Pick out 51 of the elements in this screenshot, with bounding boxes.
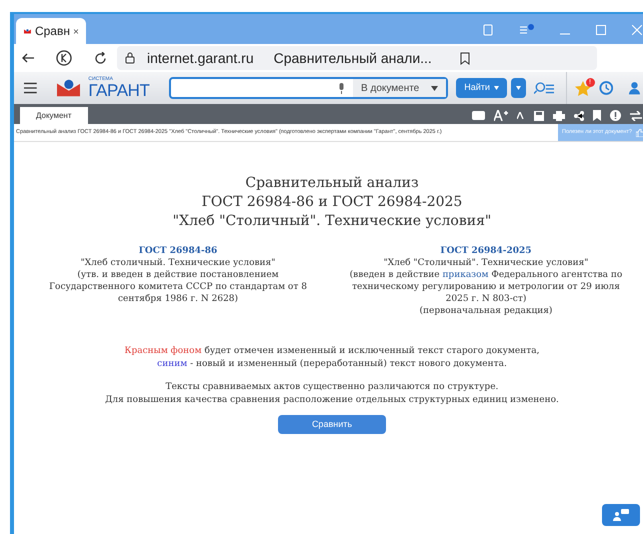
document-link[interactable]: ГОСТ 26984-86 xyxy=(138,245,218,257)
thumbs-up-icon[interactable] xyxy=(636,128,643,136)
support-chat-icon xyxy=(613,509,629,521)
menu-icon[interactable] xyxy=(24,82,37,94)
search-list-icon[interactable] xyxy=(534,81,554,95)
order-link[interactable]: приказом xyxy=(442,270,489,280)
logo-text: ГАРАНТ xyxy=(88,82,150,99)
dropdown-button[interactable] xyxy=(510,78,526,98)
history-icon[interactable] xyxy=(598,80,614,96)
save-icon[interactable] xyxy=(534,110,544,120)
menu-icon[interactable] xyxy=(520,24,534,36)
bookmark-icon[interactable] xyxy=(593,110,601,121)
share-icon[interactable] xyxy=(574,110,584,120)
close-icon[interactable] xyxy=(74,28,78,34)
back-icon[interactable] xyxy=(22,53,34,63)
bookmark-icon[interactable] xyxy=(460,52,470,64)
caret-icon xyxy=(431,86,438,90)
swap-icon[interactable] xyxy=(630,110,642,120)
document-link[interactable]: ГОСТ 26984-2025 xyxy=(440,245,532,257)
lock-icon xyxy=(125,52,135,64)
browser-tab[interactable]: Сравн xyxy=(16,18,86,44)
search-field[interactable]: В документе xyxy=(169,77,448,99)
chat-button[interactable] xyxy=(602,504,640,526)
structure-note: Тексты сравниваемых актов существенно различаются по структуре. xyxy=(166,381,498,394)
user-icon[interactable] xyxy=(629,81,640,95)
document-tab[interactable]: Документ xyxy=(20,107,88,124)
info-icon[interactable] xyxy=(610,110,621,121)
document-name: "Хлеб "Столичный". Технические условия" xyxy=(384,257,588,269)
document-title: Сравнительный анализ xyxy=(245,174,419,193)
structure-note: Для повышения качества сравнения расположение отдельных структурных единиц изменено. xyxy=(105,394,559,407)
url-text: internet.garant.ru xyxy=(147,48,254,68)
caret-icon xyxy=(494,86,499,90)
document-name: "Хлеб столичный. Технические условия" xyxy=(80,257,276,269)
microphone-icon[interactable] xyxy=(338,82,346,94)
star-icon[interactable] xyxy=(574,80,591,96)
tab-title: Сравн xyxy=(34,23,70,40)
document-note: (утв. и введен в действие постановлением Государственного комитета СССР по стандартам от 8 сентября 1986 г. N 2628) xyxy=(48,269,308,305)
edition-note: (первоначальная редакция) xyxy=(420,305,552,317)
scope-dropdown[interactable]: В документе xyxy=(353,79,446,97)
caret-icon xyxy=(516,86,521,90)
address-bar[interactable]: internet.garant.ru Сравнительный анали... xyxy=(117,46,597,70)
compare-button[interactable]: Сравнить xyxy=(278,415,386,434)
legend-text: Красным фоном будет отмечен измененный и исключенный текст старого документа, xyxy=(124,345,540,358)
document-title: "Хлеб "Столичный". Технические условия" xyxy=(172,212,492,231)
legend-text: синим - новый и измененный (переработанный) текст нового документа. xyxy=(157,358,507,371)
document-note: (введен в действие приказом Федерального агентства по техническому регулированию и метрологии от 29 июля 2025 г. N 803-ст) xyxy=(348,269,624,305)
document-title: ГОСТ 26984-86 и ГОСТ 26984-2025 xyxy=(202,193,462,212)
find-button[interactable]: Найти xyxy=(456,78,507,98)
page-title: Сравнительный анали... xyxy=(274,48,432,68)
reload-icon[interactable] xyxy=(94,52,107,64)
font-increase-icon[interactable] xyxy=(494,110,508,121)
